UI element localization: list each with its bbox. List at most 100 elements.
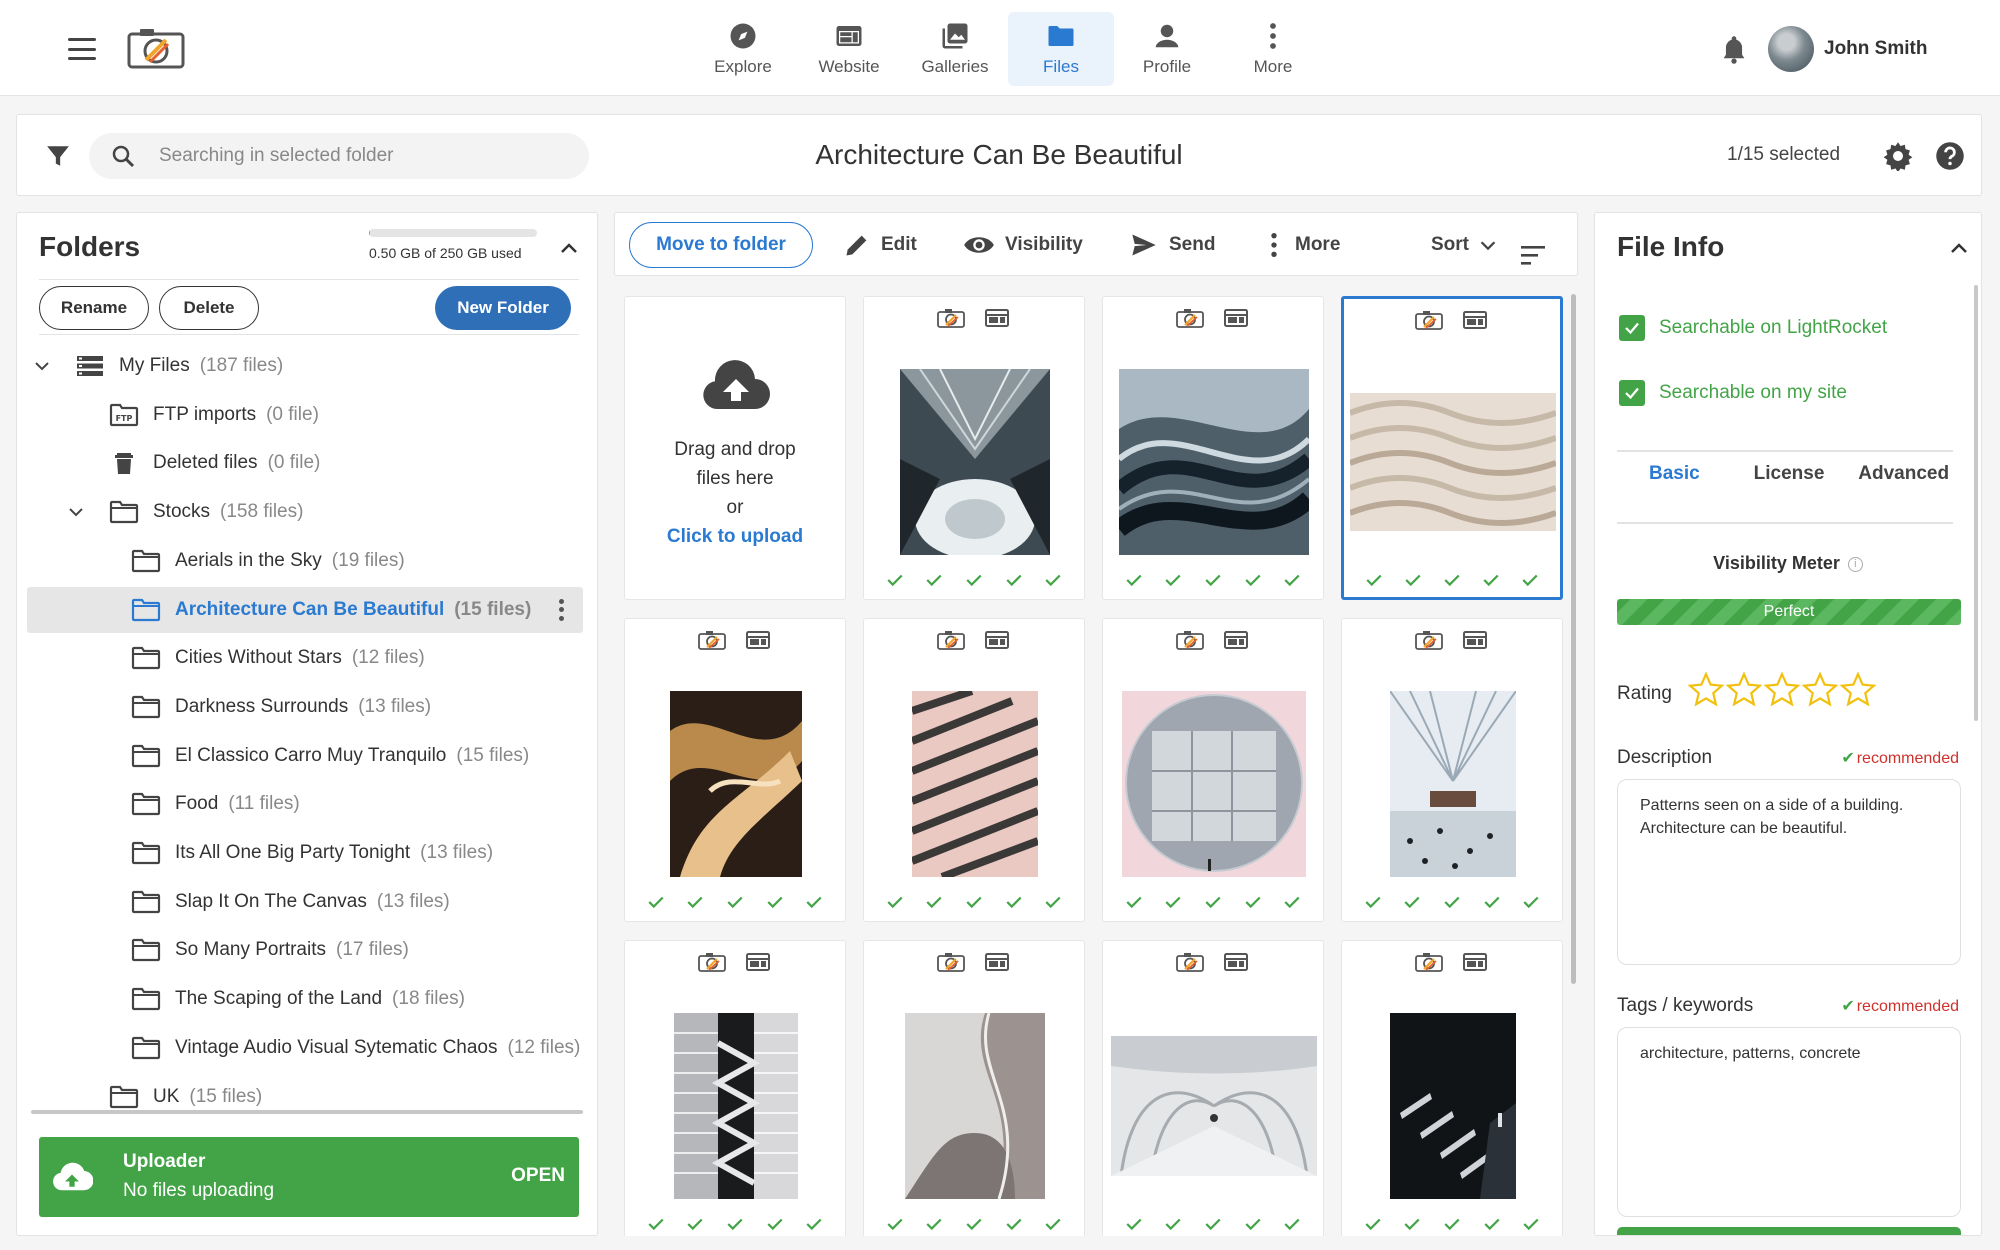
folder-item-stocks[interactable]: Stocks (158 files) bbox=[27, 489, 583, 535]
tab-license[interactable]: License bbox=[1732, 463, 1847, 485]
folder-item-food[interactable]: Food (11 files) bbox=[27, 781, 583, 827]
uploader-open-button[interactable]: OPEN bbox=[511, 1165, 565, 1187]
upload-dropzone[interactable]: Drag and drop files here or Click to upl… bbox=[624, 296, 846, 600]
file-card[interactable] bbox=[1102, 940, 1324, 1236]
lightrocket-icon[interactable] bbox=[1414, 309, 1444, 336]
website-icon[interactable] bbox=[1221, 307, 1251, 334]
file-card[interactable] bbox=[1341, 296, 1563, 600]
lightrocket-icon[interactable] bbox=[1175, 951, 1205, 978]
click-to-upload-link[interactable]: Click to upload bbox=[625, 522, 845, 551]
file-card[interactable] bbox=[863, 296, 1085, 600]
chevron-down-icon[interactable] bbox=[67, 503, 85, 527]
lightrocket-icon[interactable] bbox=[1414, 629, 1444, 656]
folder-item-cities-without-stars[interactable]: Cities Without Stars (12 files) bbox=[27, 635, 583, 681]
file-card[interactable] bbox=[624, 618, 846, 922]
filter-icon[interactable] bbox=[45, 143, 71, 169]
folder-item-ftp-imports[interactable]: FTP FTP imports (0 file) bbox=[27, 392, 583, 438]
info-scrollbar[interactable] bbox=[1974, 285, 1978, 721]
thumbnail-image[interactable] bbox=[1122, 691, 1306, 877]
lightrocket-icon[interactable] bbox=[697, 629, 727, 656]
move-to-folder-button[interactable]: Move to folder bbox=[629, 222, 813, 268]
thumbnail-image[interactable] bbox=[1389, 690, 1517, 877]
avatar[interactable] bbox=[1768, 26, 1814, 72]
nav-website[interactable]: Website bbox=[796, 12, 902, 86]
folder-item-its-all-one-big-party-tonight[interactable]: Its All One Big Party Tonight (13 files) bbox=[27, 830, 583, 876]
website-icon[interactable] bbox=[743, 951, 773, 978]
lightrocket-icon[interactable] bbox=[936, 307, 966, 334]
file-card[interactable] bbox=[1341, 618, 1563, 922]
lightrocket-icon[interactable] bbox=[1175, 307, 1205, 334]
tags-field[interactable]: architecture, patterns, concrete bbox=[1617, 1027, 1961, 1217]
rating-stars[interactable] bbox=[1687, 671, 1877, 714]
nav-files[interactable]: Files bbox=[1008, 12, 1114, 86]
tab-basic[interactable]: Basic bbox=[1617, 463, 1732, 485]
star-icon[interactable] bbox=[1801, 671, 1839, 714]
thumbnail-image[interactable] bbox=[900, 368, 1050, 559]
new-folder-button[interactable]: New Folder bbox=[435, 286, 571, 330]
gear-icon[interactable] bbox=[1883, 141, 1913, 171]
thumbnail-image[interactable] bbox=[905, 1012, 1045, 1200]
folder-item-deleted-files[interactable]: Deleted files (0 file) bbox=[27, 440, 583, 486]
lightrocket-icon[interactable] bbox=[697, 951, 727, 978]
folder-item-my-files[interactable]: My Files (187 files) bbox=[27, 343, 583, 389]
delete-button[interactable]: Delete bbox=[159, 286, 259, 330]
chevron-down-icon[interactable] bbox=[33, 357, 51, 381]
website-icon[interactable] bbox=[1221, 951, 1251, 978]
file-card[interactable] bbox=[1102, 618, 1324, 922]
website-icon[interactable] bbox=[1460, 629, 1490, 656]
visibility-button[interactable]: Visibility bbox=[963, 223, 1083, 267]
searchable-site-checkbox[interactable]: Searchable on my site bbox=[1619, 378, 1847, 408]
bell-icon[interactable] bbox=[1720, 34, 1748, 64]
nav-profile[interactable]: Profile bbox=[1114, 12, 1220, 86]
lightrocket-icon[interactable] bbox=[936, 629, 966, 656]
file-card[interactable] bbox=[624, 940, 846, 1236]
description-field[interactable]: Patterns seen on a side of a building. A… bbox=[1617, 779, 1961, 965]
file-card[interactable] bbox=[863, 940, 1085, 1236]
uploader-bar[interactable]: Uploader No files uploading OPEN bbox=[39, 1137, 579, 1217]
thumbnail-image[interactable] bbox=[1348, 393, 1558, 531]
file-card[interactable] bbox=[1102, 296, 1324, 600]
thumbnail-image[interactable] bbox=[674, 1013, 798, 1199]
folder-item-darkness-surrounds[interactable]: Darkness Surrounds (13 files) bbox=[27, 684, 583, 730]
edit-button[interactable]: Edit bbox=[843, 223, 917, 267]
website-icon[interactable] bbox=[1221, 629, 1251, 656]
file-card[interactable] bbox=[1341, 940, 1563, 1236]
star-icon[interactable] bbox=[1839, 671, 1877, 714]
folder-item-slap-it-on-the-canvas[interactable]: Slap It On The Canvas (13 files) bbox=[27, 879, 583, 925]
folder-item-vintage-audio-visual-sytematic-chaos[interactable]: Vintage Audio Visual Sytematic Chaos (12 … bbox=[27, 1025, 583, 1071]
star-icon[interactable] bbox=[1763, 671, 1801, 714]
nav-galleries[interactable]: Galleries bbox=[902, 12, 1008, 86]
website-icon[interactable] bbox=[982, 629, 1012, 656]
searchable-lightrocket-checkbox[interactable]: Searchable on LightRocket bbox=[1619, 313, 1887, 343]
nav-more[interactable]: More bbox=[1220, 12, 1326, 86]
more-vertical-icon[interactable] bbox=[559, 598, 565, 621]
sort-button[interactable]: Sort bbox=[1431, 223, 1499, 267]
nav-explore[interactable]: Explore bbox=[690, 12, 796, 86]
star-icon[interactable] bbox=[1687, 671, 1725, 714]
folder-item-so-many-portraits[interactable]: So Many Portraits (17 files) bbox=[27, 927, 583, 973]
thumbnail-image[interactable] bbox=[670, 691, 802, 877]
sort-order-icon[interactable] bbox=[1519, 233, 1547, 277]
menu-icon[interactable] bbox=[68, 38, 96, 60]
tab-advanced[interactable]: Advanced bbox=[1846, 463, 1961, 485]
file-card[interactable] bbox=[863, 618, 1085, 922]
grid-scrollbar[interactable] bbox=[1571, 294, 1576, 984]
search-input[interactable] bbox=[159, 133, 569, 179]
rename-button[interactable]: Rename bbox=[39, 286, 149, 330]
thumbnail-image[interactable] bbox=[1390, 1013, 1516, 1199]
save-button[interactable] bbox=[1617, 1227, 1961, 1235]
website-icon[interactable] bbox=[1460, 951, 1490, 978]
tree-scrollbar[interactable] bbox=[31, 1110, 583, 1114]
more-button[interactable]: More bbox=[1263, 223, 1340, 267]
info-icon[interactable]: i bbox=[1847, 556, 1863, 572]
chevron-up-icon[interactable] bbox=[557, 237, 581, 261]
star-icon[interactable] bbox=[1725, 671, 1763, 714]
lightrocket-icon[interactable] bbox=[1414, 951, 1444, 978]
help-icon[interactable] bbox=[1935, 141, 1965, 171]
thumbnail-image[interactable] bbox=[1111, 1036, 1317, 1177]
folder-item-aerials-in-the-sky[interactable]: Aerials in the Sky (19 files) bbox=[27, 538, 583, 584]
lightrocket-icon[interactable] bbox=[1175, 629, 1205, 656]
website-icon[interactable] bbox=[1460, 309, 1490, 336]
website-icon[interactable] bbox=[743, 629, 773, 656]
lightrocket-icon[interactable] bbox=[936, 951, 966, 978]
